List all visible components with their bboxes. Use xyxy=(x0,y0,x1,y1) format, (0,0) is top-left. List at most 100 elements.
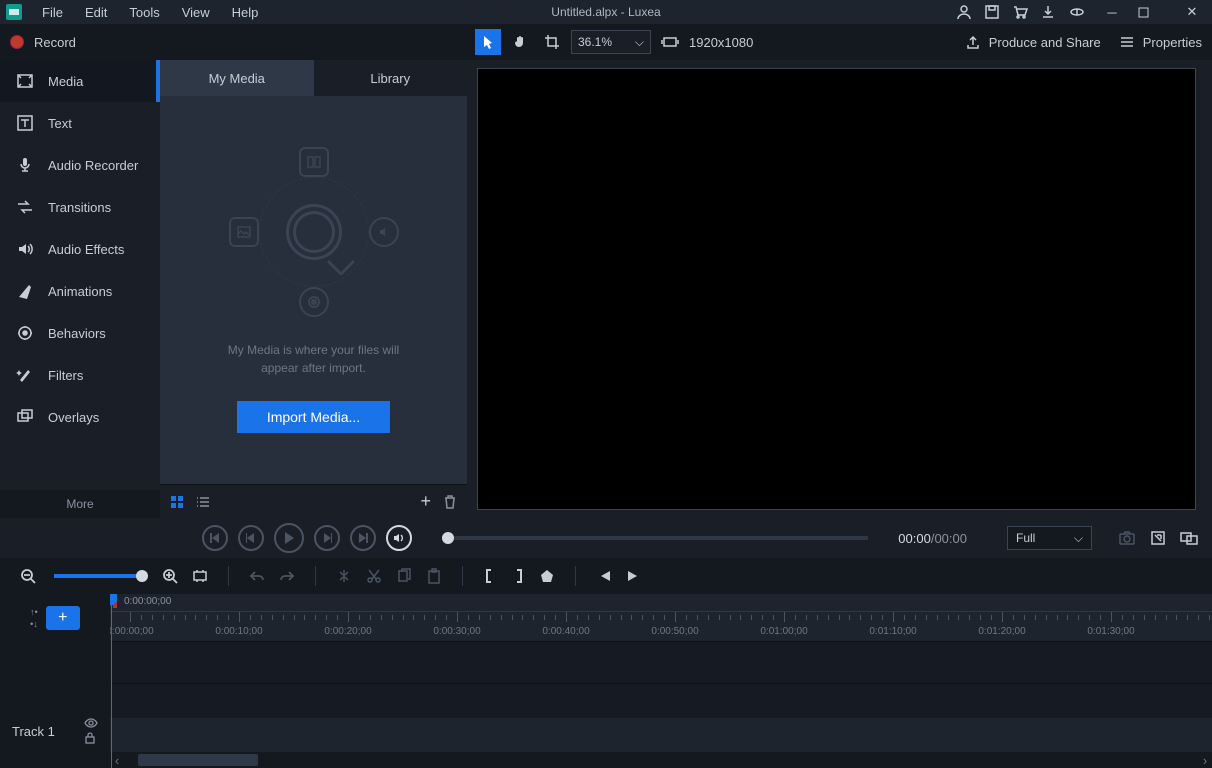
record-icon xyxy=(10,35,24,49)
scroll-left-icon[interactable]: ‹ xyxy=(110,753,124,768)
trash-icon[interactable] xyxy=(443,495,457,509)
split-icon[interactable] xyxy=(336,568,352,584)
goto-end-icon[interactable] xyxy=(626,569,642,583)
timeline-row[interactable] xyxy=(110,642,1212,684)
track-reorder-icon[interactable]: ↑••↓ xyxy=(30,607,38,629)
sidebar-item-overlays[interactable]: Overlays xyxy=(0,396,160,438)
properties-label: Properties xyxy=(1143,35,1202,50)
mark-in-icon[interactable] xyxy=(483,568,497,584)
playback-bar: 00:00/00:00 Full⌵ xyxy=(0,518,1212,558)
sidebar-item-text[interactable]: Text xyxy=(0,102,160,144)
behaviors-icon xyxy=(16,324,34,342)
mark-out-icon[interactable] xyxy=(511,568,525,584)
tab-my-media[interactable]: My Media xyxy=(160,60,314,96)
sidebar-label: Animations xyxy=(48,284,112,299)
timeline-zoom-slider[interactable] xyxy=(54,574,144,578)
step-back-button[interactable] xyxy=(238,525,264,551)
resolution-label: 1920x1080 xyxy=(689,35,753,50)
zoom-in-icon[interactable] xyxy=(162,568,178,584)
goto-start-icon[interactable] xyxy=(596,569,612,583)
undo-icon[interactable] xyxy=(249,569,265,583)
menu-tools[interactable]: Tools xyxy=(119,2,169,23)
prev-frame-button[interactable] xyxy=(202,525,228,551)
mute-button[interactable] xyxy=(386,525,412,551)
timeline: ↑••↓ + Track 1 0:00:00;00 0:00:00;000:00… xyxy=(0,594,1212,768)
sidebar-label: Text xyxy=(48,116,72,131)
add-track-button[interactable]: + xyxy=(46,606,80,630)
download-icon[interactable] xyxy=(1040,4,1056,20)
zoom-fit-icon[interactable] xyxy=(192,568,208,584)
sidebar-item-animations[interactable]: Animations xyxy=(0,270,160,312)
sidebar-item-behaviors[interactable]: Behaviors xyxy=(0,312,160,354)
sidebar-item-filters[interactable]: Filters xyxy=(0,354,160,396)
sidebar-item-media[interactable]: Media xyxy=(0,60,160,102)
grid-view-icon[interactable] xyxy=(170,495,184,509)
zoom-out-icon[interactable] xyxy=(20,568,36,584)
zoom-select[interactable]: 36.1%⌵ xyxy=(571,30,651,54)
resolution-icon[interactable] xyxy=(657,29,683,55)
pointer-tool[interactable] xyxy=(475,29,501,55)
window-maximize[interactable] xyxy=(1138,7,1166,18)
main-menu: File Edit Tools View Help xyxy=(32,2,268,23)
track-1-header[interactable]: Track 1 xyxy=(0,710,110,752)
playhead-timecode: 0:00:00;00 xyxy=(124,596,171,607)
save-icon[interactable] xyxy=(984,4,1000,20)
scroll-right-icon[interactable]: › xyxy=(1198,753,1212,768)
sidebar-label: Behaviors xyxy=(48,326,106,341)
cut-icon[interactable] xyxy=(366,568,382,584)
add-icon[interactable]: + xyxy=(420,491,431,512)
book-icon xyxy=(299,147,329,177)
record-button[interactable]: Record xyxy=(10,35,76,50)
produce-label: Produce and Share xyxy=(989,35,1101,50)
paste-icon[interactable] xyxy=(426,568,442,584)
timeline-ruler[interactable]: 0:00:00;00 0:00:00;000:00:10;000:00:20;0… xyxy=(110,594,1212,642)
redo-icon[interactable] xyxy=(279,569,295,583)
step-fwd-button[interactable] xyxy=(314,525,340,551)
copy-icon[interactable] xyxy=(396,568,412,584)
menu-help[interactable]: Help xyxy=(222,2,269,23)
play-button[interactable] xyxy=(274,523,304,553)
window-close[interactable]: ✕ xyxy=(1178,4,1206,20)
account-icon[interactable] xyxy=(956,4,972,20)
next-frame-button[interactable] xyxy=(350,525,376,551)
produce-share-button[interactable]: Produce and Share xyxy=(965,34,1101,50)
preview-canvas[interactable] xyxy=(477,68,1196,510)
playhead[interactable] xyxy=(111,594,112,768)
import-media-button[interactable]: Import Media... xyxy=(237,401,390,433)
sync-icon[interactable] xyxy=(1068,4,1086,20)
timeline-hscrollbar[interactable]: ‹ › xyxy=(110,752,1212,768)
sidebar-item-transitions[interactable]: Transitions xyxy=(0,186,160,228)
menu-file[interactable]: File xyxy=(32,2,73,23)
marker-icon[interactable] xyxy=(539,568,555,584)
menu-edit[interactable]: Edit xyxy=(75,2,117,23)
sidebar-label: Filters xyxy=(48,368,83,383)
sidebar-item-audio-recorder[interactable]: Audio Recorder xyxy=(0,144,160,186)
animations-icon xyxy=(16,282,34,300)
image-icon xyxy=(229,217,259,247)
media-hint: My Media is where your files willappear … xyxy=(228,341,399,377)
cart-icon[interactable] xyxy=(1012,4,1028,20)
lock-icon[interactable] xyxy=(84,732,98,744)
sidebar-label: Overlays xyxy=(48,410,99,425)
media-placeholder-graphic xyxy=(229,147,399,317)
snapshot-icon[interactable] xyxy=(1118,530,1136,546)
sidebar-item-audio-effects[interactable]: Audio Effects xyxy=(0,228,160,270)
fullscreen-icon[interactable] xyxy=(1150,530,1166,546)
window-minimize[interactable]: ─ xyxy=(1098,5,1126,20)
list-view-icon[interactable] xyxy=(196,495,210,509)
preview-size-select[interactable]: Full⌵ xyxy=(1007,526,1092,550)
hand-tool[interactable] xyxy=(507,29,533,55)
properties-button[interactable]: Properties xyxy=(1119,34,1202,50)
track-label: Track 1 xyxy=(12,724,55,739)
timeline-canvas[interactable]: 0:00:00;00 0:00:00;000:00:10;000:00:20;0… xyxy=(110,594,1212,768)
time-display: 00:00/00:00 xyxy=(898,531,967,546)
tab-library[interactable]: Library xyxy=(314,60,468,96)
visibility-icon[interactable] xyxy=(84,718,98,728)
sidebar-more[interactable]: More xyxy=(0,490,160,518)
detach-icon[interactable] xyxy=(1180,530,1198,546)
sidebar: Media Text Audio Recorder Transitions Au… xyxy=(0,60,160,518)
menu-view[interactable]: View xyxy=(172,2,220,23)
crop-tool[interactable] xyxy=(539,29,565,55)
chevron-down-icon: ⌵ xyxy=(635,35,644,50)
seek-slider[interactable] xyxy=(442,536,868,540)
